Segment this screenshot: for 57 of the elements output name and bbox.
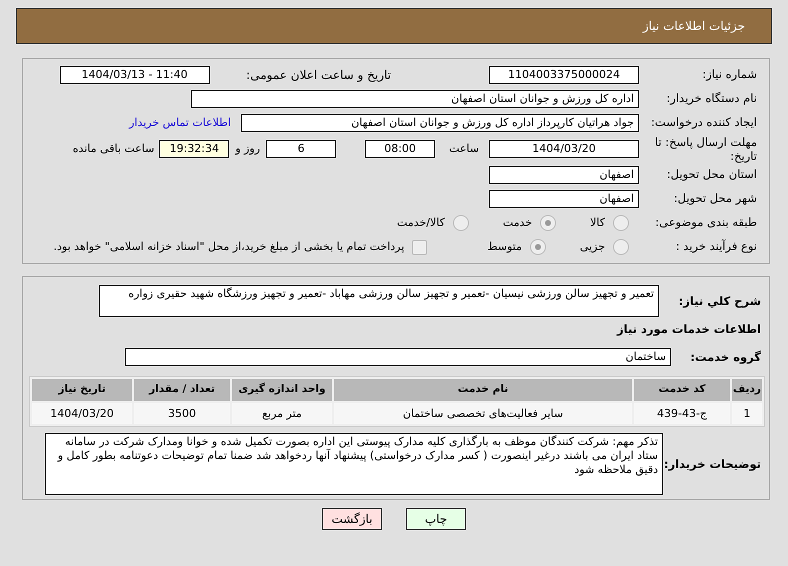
column-header: تعداد / مقدار [134, 379, 230, 402]
checkbox-label: پرداخت تمام یا بخشی از مبلغ خرید،از محل "اسناد خزانه اسلامی" خواهد بود. [54, 238, 404, 255]
table-cell: 1404/03/20 [32, 403, 132, 424]
days-field: 6 [266, 140, 336, 158]
announce-date-field: 1404/03/13 - 11:40 [60, 66, 210, 84]
table-cell: سایر فعالیت‌های تخصصی ساختمان [334, 403, 632, 424]
print-button[interactable]: چاپ [406, 508, 466, 530]
table-cell: متر مربع [232, 403, 332, 424]
summary-textarea[interactable]: تعمیر و تجهیز سالن ورزشی نیسیان -تعمیر و تجهیز سالن ورزشی مهاباد -تعمیر و تجهیز ورزشگاه شهید حقیری زواره [99, 285, 659, 317]
back-button[interactable]: بازگشت [322, 508, 382, 530]
section-title: اطلاعات خدمات مورد نیاز [617, 321, 762, 338]
field-label: ایجاد کننده درخواست: [650, 114, 758, 132]
requester-field: جواد هراتیان کارپرداز اداره کل ورزش و جوانان استان اصفهان [241, 114, 639, 132]
field-label: طبقه بندی موضوعی: [654, 214, 758, 232]
field-label: گروه خدمت: [689, 348, 762, 366]
radio-button[interactable] [613, 239, 629, 255]
deadline-time-field: 08:00 [365, 140, 436, 158]
table-cell: 3500 [134, 403, 230, 424]
field-label: روز و [235, 140, 260, 157]
radio-label[interactable]: جزیی [580, 238, 605, 256]
remaining-time-field: 19:32:34 [159, 140, 230, 158]
radio-label[interactable]: کالا [590, 214, 605, 232]
table-cell: 1 [732, 403, 762, 424]
need-number-field: 1104003375000024 [489, 66, 639, 84]
column-header: کد خدمت [634, 379, 730, 402]
field-label: مهلت ارسال پاسخ: تا تاریخ: [654, 135, 758, 163]
radio-button[interactable] [530, 239, 546, 255]
province-field: اصفهان [489, 166, 639, 184]
field-label: شهر محل تحویل: [672, 190, 758, 208]
buyer-org-field: اداره کل ورزش و جوانان استان اصفهان [191, 90, 639, 108]
field-label: نوع فرآیند خرید : [674, 238, 758, 256]
column-header: تاریخ نیاز [32, 379, 132, 402]
payment-checkbox[interactable] [412, 240, 428, 254]
radio-label[interactable]: خدمت [502, 214, 532, 232]
field-label: نام دستگاه خریدار: [665, 90, 758, 108]
field-label: توضیحات خریدار: [663, 456, 762, 473]
buyer-notes-textarea[interactable]: تذکر مهم: شرکت کنندگان موظف به بارگذاری کلیه مدارک پیوستی این اداره بصورت تکمیل شده و خوانا ومدارک شرکت در سامانه ستاد ایران می باشند درغیر اینصورت ( کسر مدارک درخواستی) پیشنهاد آنها ردخواهد شد ضمنا تمام توضیحات دعوتنامه بطور کامل و دقیق ملاحظه شود [45, 433, 663, 496]
column-header: ردیف [732, 379, 762, 402]
field-label: تاریخ و ساعت اعلان عمومی: [246, 67, 392, 84]
field-label: شرح کلي نياز: [678, 293, 762, 310]
city-field: اصفهان [489, 190, 639, 208]
field-label: استان محل تحویل: [666, 166, 758, 184]
page-title: جزئیات اطلاعات نیاز [642, 18, 745, 35]
radio-label[interactable]: کالا/خدمت [397, 214, 445, 232]
radio-button[interactable] [613, 215, 629, 231]
column-header: نام خدمت [334, 379, 632, 402]
radio-label[interactable]: متوسط [487, 238, 522, 256]
buyer-contact-link[interactable]: اطلاعات تماس خریدار [129, 114, 231, 132]
column-header: واحد اندازه گیری [232, 379, 332, 402]
radio-button[interactable] [452, 215, 469, 231]
field-label: شماره نیاز: [701, 66, 758, 84]
field-label: ساعت [449, 140, 479, 157]
table-cell: ج-43-439 [634, 403, 730, 424]
service-group-field: ساختمان [125, 348, 671, 366]
radio-button[interactable] [540, 215, 556, 231]
field-label: ساعت باقی مانده [72, 140, 154, 157]
deadline-date-field: 1404/03/20 [489, 140, 639, 158]
